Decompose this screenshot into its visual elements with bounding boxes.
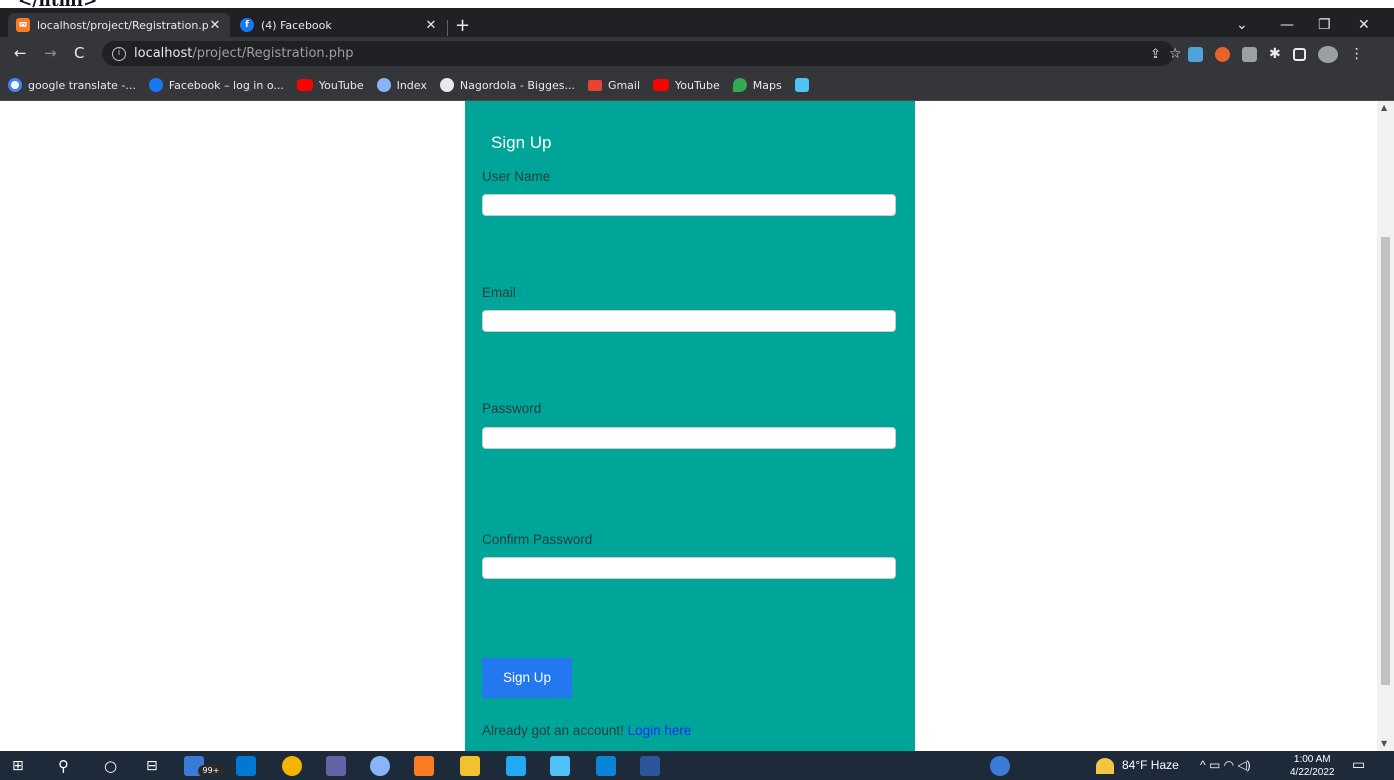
minimize-button[interactable]: — [1280, 17, 1294, 33]
facebook-icon [148, 78, 163, 92]
extension-icons: ✱ ⋮ [1188, 45, 1364, 63]
vscode-icon[interactable] [506, 756, 526, 776]
tab-separator [447, 20, 448, 36]
bookmark-item[interactable]: Nagordola - Bigges... [439, 78, 575, 92]
page-scrollbar[interactable]: ▲ ▼ [1377, 101, 1394, 751]
share-icon[interactable]: ⇪ [1150, 47, 1161, 62]
tab-bar: ϖ localhost/project/Registration.ph ✕ f … [0, 8, 1394, 37]
bookmarks-bar: google translate -... Facebook – log in … [0, 70, 1394, 101]
store-icon[interactable] [236, 756, 256, 776]
xampp-icon: ϖ [16, 18, 30, 32]
bookmark-item[interactable]: Gmail [587, 79, 640, 92]
password-input[interactable] [482, 427, 896, 449]
teams-icon[interactable] [326, 756, 346, 776]
bookmark-item[interactable]: YouTube [653, 79, 720, 92]
profile-avatar[interactable] [1317, 45, 1338, 63]
bookmark-star-icon[interactable]: ☆ [1169, 46, 1182, 62]
login-prompt: Already got an account! Login here [482, 723, 691, 738]
xampp-icon[interactable] [414, 756, 434, 776]
page-viewport: Sign Up User Name Email Password Confirm… [0, 101, 1377, 751]
new-tab-button[interactable]: + [455, 15, 470, 36]
side-panel-icon[interactable] [1292, 47, 1306, 61]
scroll-down-icon[interactable]: ▼ [1381, 739, 1387, 748]
login-link[interactable]: Login here [628, 723, 692, 738]
bookmark-item[interactable]: Facebook – log in o... [148, 78, 284, 92]
cortana-icon[interactable]: ○ [104, 756, 124, 776]
youtube-icon [653, 79, 670, 91]
extension-icon[interactable] [1188, 46, 1203, 62]
bookmark-app-icon [794, 78, 809, 92]
username-input[interactable] [482, 194, 896, 216]
chrome-icon[interactable] [282, 756, 302, 776]
extension-icon[interactable] [1215, 46, 1230, 62]
login-prompt-text: Already got an account! [482, 723, 624, 738]
url-host: localhost [134, 46, 193, 61]
confirm-password-label: Confirm Password [482, 532, 593, 547]
scrollbar-thumb[interactable] [1381, 237, 1390, 685]
menu-icon[interactable]: ⋮ [1350, 46, 1364, 62]
extensions-puzzle-icon[interactable]: ✱ [1269, 46, 1281, 62]
tab-title: (4) Facebook [261, 18, 332, 32]
weather-text[interactable]: 84°F Haze [1122, 758, 1179, 772]
tray-icons[interactable]: ^ ▭ ◠ ◁) [1200, 758, 1251, 772]
forward-button[interactable]: → [44, 44, 57, 62]
confirm-password-input[interactable] [482, 557, 896, 579]
restore-button[interactable]: ❐ [1318, 17, 1331, 33]
password-label: Password [482, 401, 542, 416]
url-path: /project/Registration.php [192, 46, 354, 61]
reload-button[interactable]: C [74, 44, 84, 62]
scroll-up-icon[interactable]: ▲ [1381, 103, 1387, 112]
weather-icon [1096, 758, 1114, 774]
bookmark-item[interactable]: Index [376, 78, 427, 92]
tab-facebook[interactable]: f (4) Facebook ✕ [232, 13, 446, 37]
toolbar-icons: ⇪ ☆ [1150, 45, 1181, 63]
bookmark-item[interactable]: google translate -... [8, 78, 136, 92]
page-top-strip: </html> [0, 0, 1394, 11]
username-label: User Name [482, 169, 551, 184]
tab-registration[interactable]: ϖ localhost/project/Registration.ph ✕ [8, 13, 230, 37]
clock[interactable]: 1:00 AM 4/22/2022 [1290, 753, 1335, 779]
notifications-icon[interactable]: ▭ [1352, 756, 1365, 773]
site-info-icon[interactable]: i [112, 46, 126, 61]
tab-title: localhost/project/Registration.ph [37, 18, 208, 32]
email-input[interactable] [482, 310, 896, 332]
clock-time: 1:00 AM [1293, 754, 1331, 765]
task-view-icon[interactable]: ⊟ [146, 756, 166, 776]
facebook-icon: f [240, 18, 254, 32]
extension-icon[interactable] [1242, 46, 1257, 62]
bookmark-item[interactable]: YouTube [296, 79, 364, 92]
search-icon[interactable]: ⚲ [58, 756, 78, 776]
window-close-button[interactable]: ✕ [1358, 17, 1370, 33]
close-tab-icon[interactable]: ✕ [424, 18, 438, 33]
back-button[interactable]: ← [14, 44, 27, 62]
bookmark-item[interactable] [794, 78, 815, 92]
page-title: Sign Up [491, 133, 552, 152]
bookmark-item[interactable]: Maps [732, 78, 782, 92]
signup-card: Sign Up User Name Email Password Confirm… [465, 101, 915, 751]
mail-badge: 99+ [198, 765, 224, 777]
word-icon[interactable] [640, 756, 660, 776]
app-icon[interactable] [550, 756, 570, 776]
email-label: Email [482, 285, 516, 300]
google-icon [8, 78, 22, 92]
maps-icon [732, 78, 747, 92]
help-icon[interactable] [990, 756, 1010, 776]
snipping-icon[interactable] [370, 756, 390, 776]
windows-taskbar: ⊞ ⚲ ○ ⊟ 99+ 84°F Haze ^ ▭ ◠ ◁) 1:00 AM 4… [0, 751, 1394, 780]
tab-search-icon[interactable]: ⌄ [1236, 17, 1248, 33]
youtube-icon [296, 79, 313, 91]
globe-icon [439, 78, 454, 92]
windows-start-icon[interactable]: ⊞ [12, 756, 32, 776]
clock-date: 4/22/2022 [1290, 767, 1335, 778]
photos-icon[interactable] [596, 756, 616, 776]
browser-toolbar: ← → C i localhost/project/Registration.p… [0, 37, 1394, 70]
file-explorer-icon[interactable] [460, 756, 480, 776]
signup-button[interactable]: Sign Up [482, 658, 572, 698]
index-icon [376, 78, 391, 92]
close-tab-icon[interactable]: ✕ [208, 18, 222, 33]
address-bar[interactable]: i localhost/project/Registration.php [102, 41, 1174, 66]
gmail-icon [587, 79, 602, 91]
